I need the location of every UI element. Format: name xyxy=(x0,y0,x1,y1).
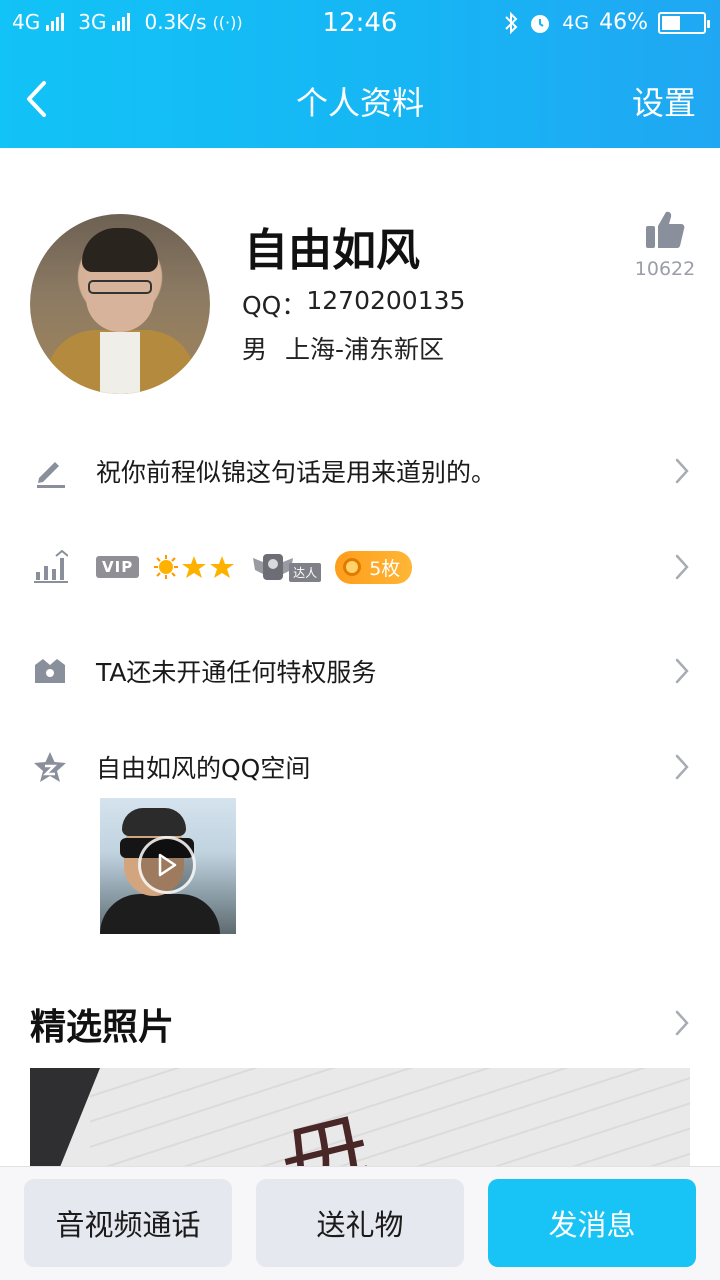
avatar-shirt-shape xyxy=(100,332,140,394)
like-button[interactable]: 10622 xyxy=(630,208,700,280)
medal-icon xyxy=(343,558,362,576)
level-row[interactable]: VIP 达人 5枚 xyxy=(0,532,720,602)
qzone-text: 自由如风的QQ空间 xyxy=(96,754,311,783)
nickname: 自由如风 xyxy=(244,225,420,276)
avatar-hair-shape xyxy=(82,228,158,272)
bluetooth-icon xyxy=(505,11,518,34)
thumbs-up-icon xyxy=(646,211,685,248)
bottom-action-bar: 音视频通话 送礼物 发消息 xyxy=(0,1166,720,1280)
star-icon-gold xyxy=(182,556,207,578)
chevron-right-icon xyxy=(672,752,692,782)
pencil-icon xyxy=(30,451,70,491)
star-icon-gold-2 xyxy=(210,556,235,578)
gender: 男 xyxy=(242,335,268,364)
vip-tag: VIP xyxy=(96,556,140,578)
play-icon[interactable] xyxy=(138,836,196,894)
alarm-icon xyxy=(531,14,550,33)
star-icon xyxy=(30,747,70,787)
nav-bar: 个人资料 设置 xyxy=(0,50,720,148)
privilege-text: TA还未开通任何特权服务 xyxy=(96,658,377,687)
header-bar: 4G 3G 0.3K/s ((·)) 12:46 4G 46% 个人资料 设置 xyxy=(0,0,720,148)
privilege-row[interactable]: TA还未开通任何特权服务 xyxy=(0,636,720,706)
gender-location-line: 男 上海-浦东新区 xyxy=(242,330,444,366)
page-title: 个人资料 xyxy=(295,84,424,122)
send-message-button[interactable]: 发消息 xyxy=(488,1179,696,1267)
chevron-right-icon xyxy=(672,656,692,686)
featured-photos-chevron-icon[interactable] xyxy=(672,1008,692,1038)
battery-icon xyxy=(658,11,710,34)
featured-photo[interactable]: 毋 xyxy=(30,1068,690,1178)
signature-row[interactable]: 祝你前程似锦这句话是用来道别的。 xyxy=(0,436,720,506)
qzone-row[interactable]: 自由如风的QQ空间 xyxy=(0,732,720,802)
crown-icon xyxy=(30,651,70,691)
daren-badge: 达人 xyxy=(249,550,322,584)
signature-text: 祝你前程似锦这句话是用来道别的。 xyxy=(96,458,497,487)
avatar[interactable] xyxy=(30,214,210,394)
profile-card: 自由如风 QQ： 1270200135 男 上海-浦东新区 10622 xyxy=(0,148,720,408)
battery-percent: 46% xyxy=(599,10,648,35)
status-right: 4G 46% xyxy=(504,10,710,35)
daren-label: 达人 xyxy=(289,563,322,582)
like-count: 10622 xyxy=(634,258,696,280)
avatar-glasses-shape xyxy=(88,280,152,294)
qzone-video-thumbnail[interactable] xyxy=(100,798,236,934)
thumb-hair-shape xyxy=(122,808,186,836)
qq-number-line: QQ： 1270200135 xyxy=(242,286,465,322)
photo-paper-lines xyxy=(90,1068,690,1178)
location: 上海-浦东新区 xyxy=(285,335,445,364)
level-stars xyxy=(153,554,235,580)
network-4g-label-2: 4G xyxy=(562,11,590,34)
chevron-right-icon xyxy=(672,552,692,582)
thumb-body-shape xyxy=(100,894,220,934)
video-call-button[interactable]: 音视频通话 xyxy=(24,1179,232,1267)
status-bar: 4G 3G 0.3K/s ((·)) 12:46 4G 46% xyxy=(0,0,720,50)
badge-group: VIP 达人 5枚 xyxy=(96,550,413,584)
medal-count: 5枚 xyxy=(369,557,401,580)
qq-number: 1270200135 xyxy=(306,286,466,315)
level-chart-icon xyxy=(30,547,70,587)
qq-label: QQ： xyxy=(242,291,307,320)
medal-count-pill: 5枚 xyxy=(335,550,413,584)
send-gift-button[interactable]: 送礼物 xyxy=(256,1179,464,1267)
featured-photos-title: 精选照片 xyxy=(30,1007,175,1048)
settings-button[interactable]: 设置 xyxy=(632,78,696,124)
chevron-right-icon xyxy=(672,456,692,486)
sun-icon xyxy=(154,555,179,579)
